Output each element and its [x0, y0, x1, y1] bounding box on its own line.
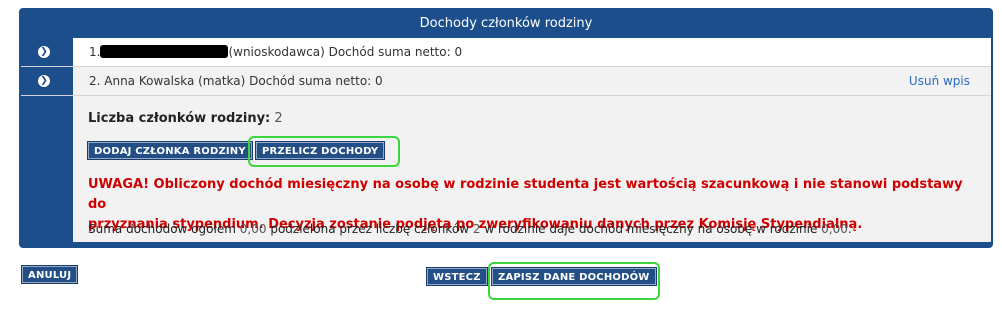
summary-per-person: 0,00	[821, 222, 848, 236]
details-gutter	[21, 96, 73, 242]
income-details: Liczba członków rodziny: 2 DODAJ CZŁONKA…	[21, 96, 991, 242]
member-1-income-value: 0	[454, 45, 463, 59]
member-count-label: Liczba członków rodziny:	[88, 111, 271, 126]
family-income-panel: Dochody członków rodziny ❯ 1. (wnioskodaw…	[19, 8, 993, 248]
member-row-content: 2. Anna Kowalska (matka) Dochód suma net…	[73, 67, 991, 95]
member-count: Liczba członków rodziny: 2	[88, 111, 283, 126]
member-row-content: 1. (wnioskodawca) Dochód suma netto: 0	[73, 38, 991, 66]
member-2-text: 2. Anna Kowalska (matka) Dochód suma net…	[89, 74, 383, 88]
expand-arrow-icon[interactable]: ❯	[38, 46, 50, 58]
member-count-value: 2	[274, 111, 283, 126]
recalculate-button[interactable]: PRZELICZ DOCHODY	[256, 142, 385, 159]
summary-total: 0,00	[239, 222, 267, 236]
summary-text-3: w rodzinie daje dochód miesięczny na oso…	[484, 222, 818, 236]
back-button[interactable]: WSTECZ	[427, 268, 487, 285]
expand-arrow-icon[interactable]: ❯	[38, 75, 50, 87]
summary-text-2: podzielona przez liczbę członków	[270, 222, 470, 236]
member-1-role: (wnioskodawca)	[228, 45, 325, 59]
panel-title: Dochody członków rodziny	[21, 10, 991, 38]
details-content: Liczba członków rodziny: 2 DODAJ CZŁONKA…	[73, 96, 991, 242]
summary-text-1: Suma dochodów ogółem	[88, 222, 236, 236]
row-gutter: ❯	[21, 38, 73, 66]
member-1-number: 1.	[89, 45, 101, 59]
member-list: ❯ 1. (wnioskodawca) Dochód suma netto: 0 …	[21, 38, 991, 96]
add-member-button[interactable]: DODAJ CZŁONKA RODZINY	[88, 142, 252, 159]
cancel-button[interactable]: ANULUJ	[22, 266, 78, 283]
summary-members: 2	[472, 222, 481, 236]
save-income-button[interactable]: ZAPISZ DANE DOCHODÓW	[492, 268, 656, 285]
income-summary: Suma dochodów ogółem 0,00 podzielona prz…	[88, 222, 852, 236]
redacted-name	[100, 45, 229, 58]
warning-line-1: UWAGA! Obliczony dochód miesięczny na os…	[88, 177, 963, 212]
remove-entry-link[interactable]: Usuń wpis	[909, 67, 970, 95]
row-gutter: ❯	[21, 67, 73, 95]
summary-end: .	[847, 222, 852, 236]
member-row-2[interactable]: ❯ 2. Anna Kowalska (matka) Dochód suma n…	[21, 67, 991, 96]
member-1-text: 1. (wnioskodawca) Dochód suma netto: 0	[89, 38, 462, 66]
member-row-1[interactable]: ❯ 1. (wnioskodawca) Dochód suma netto: 0	[21, 38, 991, 67]
member-1-income-label: Dochód suma netto:	[328, 45, 451, 59]
